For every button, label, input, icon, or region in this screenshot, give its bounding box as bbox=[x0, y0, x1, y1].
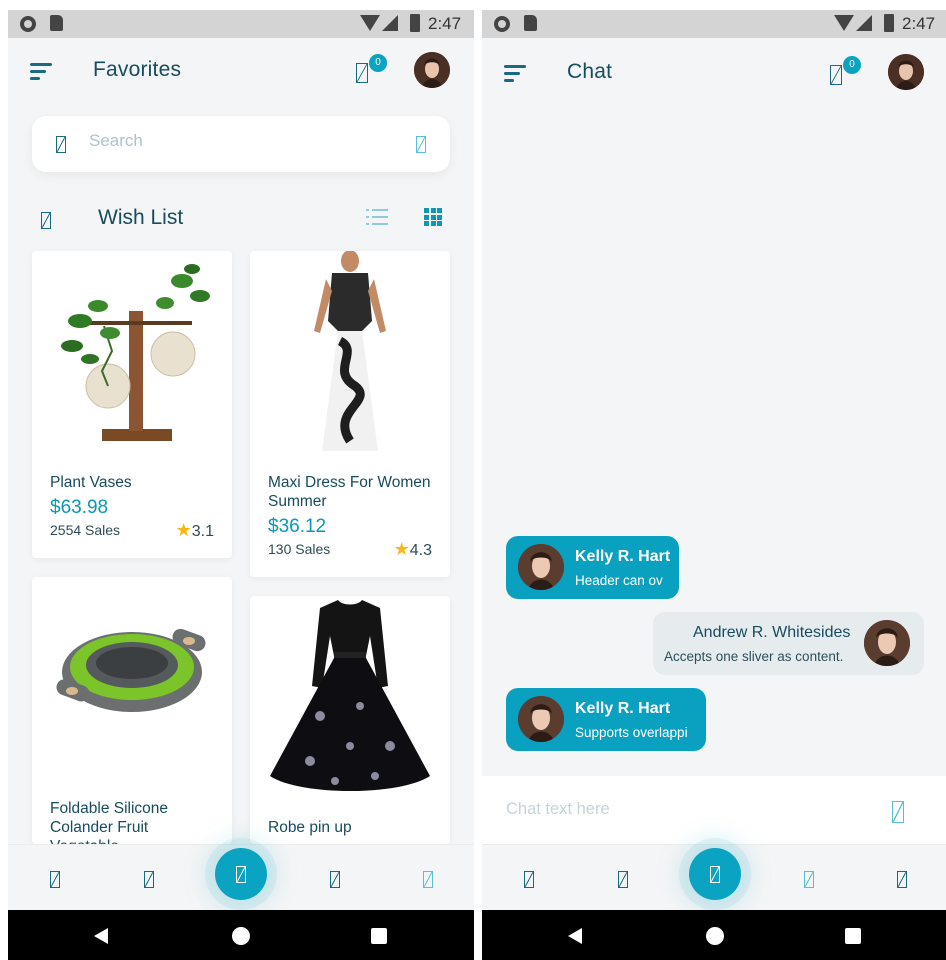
signal-icon bbox=[856, 15, 872, 31]
product-name: Foldable Silicone Colander Fruit Vegetab… bbox=[50, 800, 169, 844]
cart-fab-icon bbox=[236, 866, 246, 883]
system-navigation-bar bbox=[482, 910, 946, 960]
search-icon[interactable] bbox=[56, 136, 66, 153]
message-author: Andrew R. Whitesides bbox=[693, 624, 851, 641]
rating-value: 4.3 bbox=[409, 542, 432, 559]
wifi-icon bbox=[834, 15, 854, 31]
sd-card-icon bbox=[50, 15, 63, 31]
avatar bbox=[518, 544, 564, 590]
back-icon[interactable] bbox=[568, 928, 582, 944]
product-image bbox=[270, 600, 430, 791]
chat-message[interactable]: Andrew R. Whitesides Accepts one sliver … bbox=[653, 612, 924, 675]
product-name: Robe pin up bbox=[268, 819, 352, 836]
chat-text-input[interactable]: Chat text here bbox=[506, 800, 610, 819]
recent-apps-icon[interactable] bbox=[371, 928, 387, 944]
product-price: $63.98 bbox=[50, 497, 109, 518]
heart-icon bbox=[41, 212, 51, 229]
star-icon: ★ bbox=[393, 539, 410, 559]
product-name: Plant Vases bbox=[50, 474, 132, 491]
product-sales: 130 Sales bbox=[268, 541, 331, 557]
status-bar: 2:47 bbox=[8, 10, 474, 38]
product-image bbox=[61, 264, 210, 441]
product-sales: 2554 Sales bbox=[50, 522, 121, 538]
battery-icon bbox=[884, 14, 894, 32]
star-icon: ★ bbox=[175, 520, 192, 540]
cart-icon[interactable] bbox=[356, 63, 368, 83]
battery-icon bbox=[410, 14, 420, 32]
notification-circle-icon bbox=[494, 16, 510, 32]
product-price: $36.12 bbox=[268, 516, 327, 537]
wifi-icon bbox=[360, 15, 380, 31]
message-author: Kelly R. Hart bbox=[575, 700, 671, 717]
message-author: Kelly R. Hart bbox=[575, 548, 671, 565]
chat-input-bar: Chat text here bbox=[482, 776, 946, 844]
app-bar: Favorites 0 bbox=[8, 38, 474, 106]
status-time: 2:47 bbox=[428, 14, 462, 33]
home-button-icon[interactable] bbox=[232, 927, 250, 945]
message-text: Header can ov bbox=[575, 573, 663, 588]
product-image bbox=[314, 251, 386, 451]
status-bar: 2:47 bbox=[482, 10, 946, 38]
home-icon[interactable] bbox=[50, 871, 60, 888]
message-text: Accepts one sliver as content. bbox=[664, 649, 844, 664]
home-icon[interactable] bbox=[524, 871, 534, 888]
product-image bbox=[56, 628, 206, 712]
notification-circle-icon bbox=[20, 16, 36, 32]
system-navigation-bar bbox=[8, 910, 474, 960]
chat-message[interactable]: Kelly R. Hart Supports overlappi bbox=[506, 688, 706, 751]
cart-badge: 0 bbox=[369, 54, 387, 72]
favorite-icon[interactable] bbox=[897, 871, 907, 888]
cart-fab-icon bbox=[710, 866, 720, 883]
category-icon[interactable] bbox=[144, 871, 154, 888]
page-title: Favorites bbox=[93, 58, 182, 81]
app-bar: Chat 0 bbox=[482, 40, 946, 108]
menu-icon[interactable] bbox=[30, 63, 52, 80]
chat-icon[interactable] bbox=[804, 871, 814, 888]
chat-screen: 2:47 Chat 0 Kelly R. Hart Header can ov … bbox=[482, 10, 946, 960]
avatar[interactable] bbox=[414, 52, 450, 88]
cart-badge: 0 bbox=[843, 56, 861, 74]
product-rating: ★3.1 bbox=[176, 520, 214, 541]
wishlist-header: Wish List bbox=[8, 202, 474, 236]
recent-apps-icon[interactable] bbox=[845, 928, 861, 944]
chat-message[interactable]: Kelly R. Hart Header can ov bbox=[506, 536, 679, 599]
signal-icon bbox=[382, 15, 398, 31]
product-rating: ★4.3 bbox=[394, 539, 432, 560]
section-title: Wish List bbox=[98, 206, 184, 229]
avatar[interactable] bbox=[888, 54, 924, 90]
message-text: Supports overlappi bbox=[575, 725, 688, 740]
sd-card-icon bbox=[524, 15, 537, 31]
page-title: Chat bbox=[567, 60, 613, 83]
favorites-screen: 2:47 Favorites 0 Search Wish List Plant … bbox=[8, 10, 474, 960]
list-view-icon[interactable] bbox=[366, 209, 388, 227]
rating-value: 3.1 bbox=[191, 523, 214, 540]
center-fab-button[interactable] bbox=[215, 848, 267, 900]
favorite-icon[interactable] bbox=[423, 871, 433, 888]
search-bar[interactable]: Search bbox=[32, 116, 450, 172]
product-card[interactable]: Plant Vases $63.98 2554 Sales ★3.1 bbox=[32, 251, 232, 558]
product-card[interactable]: Foldable Silicone Colander Fruit Vegetab… bbox=[32, 577, 232, 844]
avatar bbox=[518, 696, 564, 742]
search-input[interactable]: Search bbox=[89, 131, 143, 151]
grid-view-icon[interactable] bbox=[424, 208, 442, 226]
product-card[interactable]: Maxi Dress For Women Summer $36.12 130 S… bbox=[250, 251, 450, 577]
chat-icon[interactable] bbox=[330, 871, 340, 888]
cart-icon[interactable] bbox=[830, 65, 842, 85]
back-icon[interactable] bbox=[94, 928, 108, 944]
home-button-icon[interactable] bbox=[706, 927, 724, 945]
avatar bbox=[864, 620, 910, 666]
status-time: 2:47 bbox=[902, 14, 936, 33]
product-name: Maxi Dress For Women Summer bbox=[268, 474, 431, 510]
product-card[interactable]: Robe pin up bbox=[250, 596, 450, 844]
category-icon[interactable] bbox=[618, 871, 628, 888]
menu-icon[interactable] bbox=[504, 65, 526, 82]
center-fab-button[interactable] bbox=[689, 848, 741, 900]
send-icon[interactable] bbox=[892, 801, 904, 823]
filter-icon[interactable] bbox=[416, 136, 426, 153]
